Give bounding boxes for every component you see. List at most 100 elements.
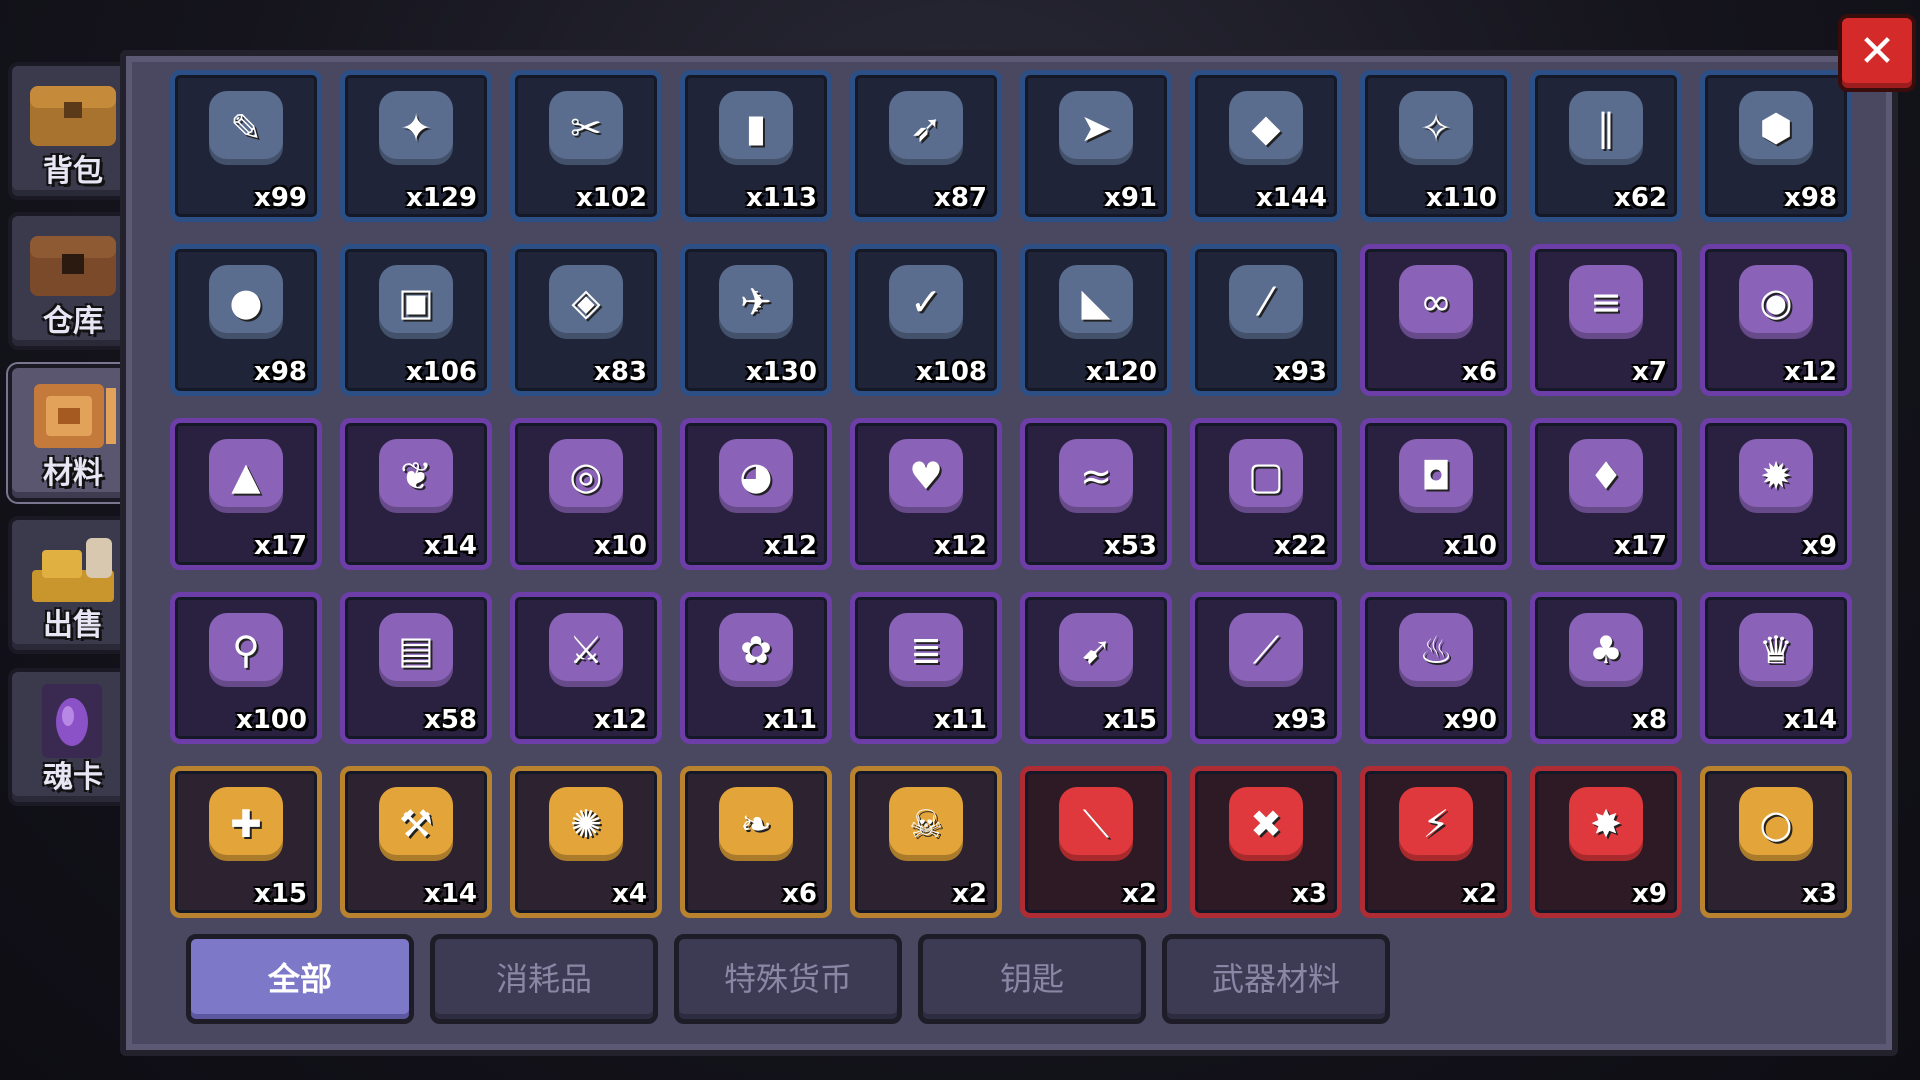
filter-tab-all[interactable]: 全部 <box>186 934 414 1024</box>
item-slot[interactable]: ✈ x130 <box>680 244 832 396</box>
sidebar-tab-storage[interactable]: 仓库 <box>8 212 138 350</box>
item-slot[interactable]: ⬢ x98 <box>1700 70 1852 222</box>
item-grid: ✎ x99 ✦ x129 ✂ x102 ▮ x113 ➶ x87 ➤ x91 ◆ x144 ✧ x110 ∥ x6… <box>170 70 1860 918</box>
item-glyph: ⁄ <box>1262 280 1270 324</box>
item-slot[interactable]: ⚲ x100 <box>170 592 322 744</box>
item-glyph: ⟋ <box>1252 628 1280 672</box>
cactus-icon: ♣ <box>1569 613 1643 687</box>
item-count: x83 <box>594 357 647 387</box>
item-slot[interactable]: ⁄ x93 <box>1190 244 1342 396</box>
item-slot[interactable]: ⟋ x93 <box>1190 592 1342 744</box>
item-slot[interactable]: ♥ x12 <box>850 418 1002 570</box>
blue-rod-icon: ⟋ <box>1229 613 1303 687</box>
red-spike-icon: ◆ <box>1229 91 1303 165</box>
item-slot[interactable]: ∞ x6 <box>1360 244 1512 396</box>
compass-icon: ✚ <box>209 787 283 861</box>
filter-tab-keys[interactable]: 钥匙 <box>918 934 1146 1024</box>
sidebar-tab-sell[interactable]: 出售 <box>8 516 138 654</box>
item-slot[interactable]: ✓ x108 <box>850 244 1002 396</box>
item-slot[interactable]: ▢ x22 <box>1190 418 1342 570</box>
filter-tab-weapon-materials[interactable]: 武器材料 <box>1162 934 1390 1024</box>
item-slot[interactable]: ✹ x9 <box>1700 418 1852 570</box>
item-count: x2 <box>1462 879 1497 909</box>
item-slot[interactable]: ✖ x3 <box>1190 766 1342 918</box>
sun-flower-icon: ✺ <box>549 787 623 861</box>
item-slot[interactable]: ∥ x62 <box>1530 70 1682 222</box>
close-button[interactable]: ✕ <box>1838 14 1916 92</box>
item-slot[interactable]: ⚒ x14 <box>340 766 492 918</box>
item-count: x98 <box>1784 183 1837 213</box>
ice-sword-icon: ⚔ <box>549 613 623 687</box>
item-slot[interactable]: ❧ x6 <box>680 766 832 918</box>
filter-tab-consumables[interactable]: 消耗品 <box>430 934 658 1024</box>
item-slot[interactable]: ◣ x120 <box>1020 244 1172 396</box>
item-slot[interactable]: ➶ x87 <box>850 70 1002 222</box>
item-count: x11 <box>934 705 987 735</box>
item-slot[interactable]: ◉ x12 <box>1700 244 1852 396</box>
item-count: x11 <box>764 705 817 735</box>
sidebar-tab-label: 魂卡 <box>43 760 103 795</box>
item-slot[interactable]: ⚡ x2 <box>1360 766 1512 918</box>
goggles-icon: ∞ <box>1399 265 1473 339</box>
item-slot[interactable]: ▣ x106 <box>340 244 492 396</box>
sidebar-tab-label: 仓库 <box>43 304 103 339</box>
item-slot[interactable]: ◆ x144 <box>1190 70 1342 222</box>
sidebar-tab-soul-card[interactable]: 魂卡 <box>8 668 138 806</box>
sidebar-tab-materials[interactable]: 材料 <box>8 364 138 502</box>
item-count: x98 <box>254 357 307 387</box>
red-orb-icon: ✹ <box>1739 439 1813 513</box>
sidebar-tab-backpack[interactable]: 背包 <box>8 62 138 200</box>
item-slot[interactable]: ✧ x110 <box>1360 70 1512 222</box>
item-glyph: ✧ <box>1420 106 1452 150</box>
item-slot[interactable]: ✂ x102 <box>510 70 662 222</box>
item-slot[interactable]: ✸ x9 <box>1530 766 1682 918</box>
item-slot[interactable]: ♨ x90 <box>1360 592 1512 744</box>
sidebar-tab-label: 出售 <box>43 608 103 643</box>
item-glyph: ⚡ <box>1422 802 1450 846</box>
item-slot[interactable]: ♛ x14 <box>1700 592 1852 744</box>
item-glyph: ✹ <box>1760 454 1792 498</box>
item-glyph: ♛ <box>1758 628 1794 672</box>
item-slot[interactable]: ◎ x10 <box>510 418 662 570</box>
item-glyph: ❦ <box>400 454 432 498</box>
item-count: x15 <box>254 879 307 909</box>
item-slot[interactable]: ✎ x99 <box>170 70 322 222</box>
item-glyph: ✂ <box>570 106 602 150</box>
item-slot[interactable]: ➤ x91 <box>1020 70 1172 222</box>
item-slot[interactable]: ◕ x12 <box>680 418 832 570</box>
pink-flower-icon: ✿ <box>719 613 793 687</box>
item-slot[interactable]: ○ x3 <box>1700 766 1852 918</box>
item-glyph: ◈ <box>571 280 601 324</box>
item-count: x99 <box>254 183 307 213</box>
item-slot[interactable]: ≈ x53 <box>1020 418 1172 570</box>
item-slot[interactable]: ⟍ x2 <box>1020 766 1172 918</box>
item-slot[interactable]: ● x98 <box>170 244 322 396</box>
item-slot[interactable]: ◘ x10 <box>1360 418 1512 570</box>
item-glyph: ◎ <box>569 454 603 498</box>
item-slot[interactable]: ✺ x4 <box>510 766 662 918</box>
item-slot[interactable]: ▤ x58 <box>340 592 492 744</box>
sidebar-tab-label: 材料 <box>43 456 103 491</box>
item-slot[interactable]: ▲ x17 <box>170 418 322 570</box>
item-slot[interactable]: ✿ x11 <box>680 592 832 744</box>
item-slot[interactable]: ≡ x7 <box>1530 244 1682 396</box>
item-glyph: ⚲ <box>232 628 260 672</box>
item-slot[interactable]: ➹ x15 <box>1020 592 1172 744</box>
item-slot[interactable]: ⚔ x12 <box>510 592 662 744</box>
filter-tab-special-currency[interactable]: 特殊货币 <box>674 934 902 1024</box>
item-slot[interactable]: ✚ x15 <box>170 766 322 918</box>
item-slot[interactable]: ♦ x17 <box>1530 418 1682 570</box>
item-count: x12 <box>934 531 987 561</box>
item-slot[interactable]: ☠ x2 <box>850 766 1002 918</box>
item-slot[interactable]: ≣ x11 <box>850 592 1002 744</box>
item-slot[interactable]: ◈ x83 <box>510 244 662 396</box>
item-slot[interactable]: ✦ x129 <box>340 70 492 222</box>
item-slot[interactable]: ♣ x8 <box>1530 592 1682 744</box>
item-slot[interactable]: ▮ x113 <box>680 70 832 222</box>
item-glyph: ≈ <box>1080 454 1112 498</box>
item-count: x14 <box>1784 705 1837 735</box>
item-count: x6 <box>1462 357 1497 387</box>
item-glyph: ◉ <box>1759 280 1793 324</box>
lantern-icon: ▣ <box>379 265 453 339</box>
item-slot[interactable]: ❦ x14 <box>340 418 492 570</box>
